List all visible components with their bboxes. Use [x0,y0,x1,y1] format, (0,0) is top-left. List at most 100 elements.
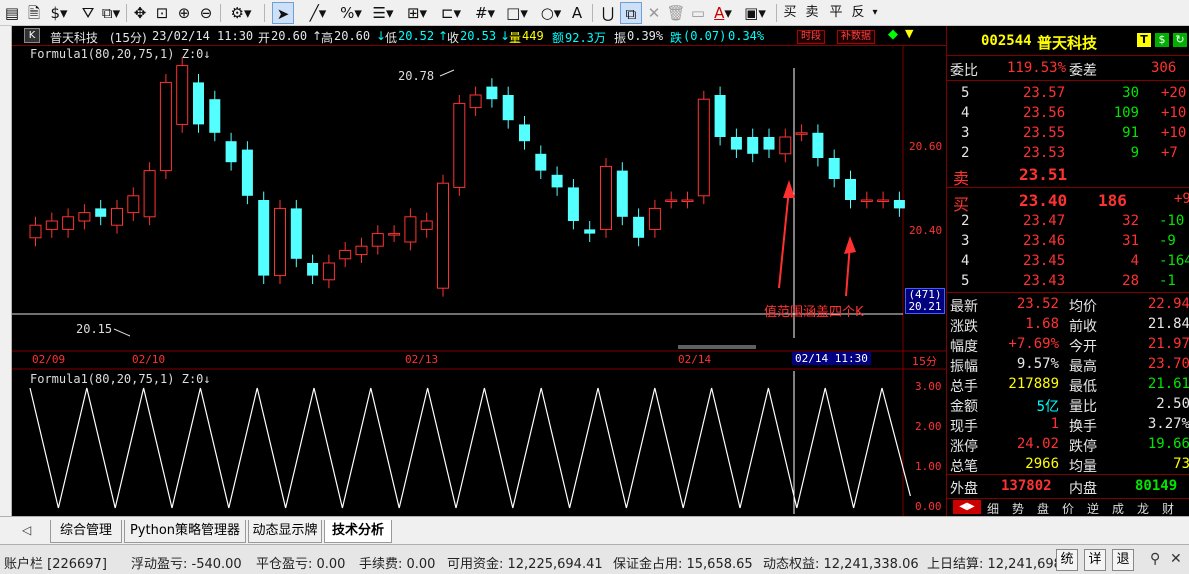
date-cursor: 02/14 11:30 [792,352,871,365]
close-icon[interactable]: ✕ [1170,551,1182,567]
refresh-icon[interactable]: ↻ [1173,33,1187,47]
quote-tab[interactable]: 细 [987,500,999,517]
reverse-button[interactable]: 反 [850,2,866,24]
tab-python-strategy[interactable]: Python策略管理器 [124,520,246,543]
zoom-in-icon[interactable]: ⊕ [174,2,194,24]
rect-tool-icon[interactable]: □▾ [504,2,530,24]
copy-icon[interactable]: ⧉▾ [100,2,122,24]
clipboard-icon[interactable]: ▭ [688,2,708,24]
stat-label: 现手 [950,419,978,435]
bid-row[interactable]: 3 23.46 31 -9 [947,231,1189,251]
price-tick: 20.40 [909,224,943,237]
left-scroll-strip[interactable] [0,26,12,516]
stat-value: 21.61 [1147,376,1189,392]
stat-row: 幅度 +7.69% 今开 21.97 [947,334,1189,355]
bracket-tool-icon[interactable]: ⊏▾ [438,2,464,24]
stat-value: 1 [1050,416,1059,432]
more-chevron-icon[interactable]: ▾ [870,2,880,24]
bottom-tabs: ◁ 综合管理 Python策略管理器 动态显示牌 技术分析 [0,516,1189,544]
detail-button[interactable]: 详 [1084,549,1106,571]
sell-button[interactable]: 卖 [804,2,820,24]
candle [469,94,482,109]
wc-label: 委差 [1069,63,1097,79]
s-badge-icon[interactable]: $ [1155,33,1169,47]
grid-tool-icon[interactable]: ☰▾ [370,2,396,24]
t-badge-icon[interactable]: T [1137,33,1151,47]
close-pl: 平仓盈亏: 0.00 [256,557,346,572]
quote-tab[interactable]: 势 [1012,500,1024,517]
document-icon[interactable]: 🗎 [24,2,44,24]
stat-value: 1.68 [1025,316,1059,332]
text-tool-icon[interactable]: A [568,2,586,24]
bid-vol: 32 [1122,213,1139,229]
candle [535,153,547,171]
quote-tab[interactable]: 盘 [1037,500,1049,517]
candle [339,249,352,260]
stat-label: 换手 [1069,419,1097,435]
font-color-icon[interactable]: A▾ [710,2,736,24]
candle [176,65,189,125]
date-tick: 02/09 [32,353,66,366]
quote-tab[interactable]: 成 [1112,500,1124,517]
percent-tool-icon[interactable]: %▾ [338,2,364,24]
ask-row[interactable]: 3 23.55 91 +10 [947,123,1189,143]
candle [225,141,237,163]
circle-tool-icon[interactable]: ○▾ [538,2,564,24]
chart-canvas [12,46,946,516]
quote-tab[interactable]: 龙 [1137,500,1149,517]
tab-general-management[interactable]: 综合管理 [50,520,122,543]
prev-settlement: 上日结算: 12,241,698 [927,557,1062,572]
save-icon[interactable]: ▣▾ [742,2,768,24]
zoom-fit-icon[interactable]: ⊡ [152,2,172,24]
ruler-tool-icon[interactable]: ⊞▾ [404,2,430,24]
candle [828,158,840,179]
magnet-icon[interactable]: ⋃ [598,2,618,24]
trash-icon[interactable]: 🗑 [666,2,686,24]
quote-tab[interactable]: 逆 [1087,500,1099,517]
prev-next-icon[interactable]: ◀▶ [953,500,981,514]
arrow-icon [783,180,795,198]
candle [404,216,417,243]
margin-used: 保证金占用: 15,658.65 [613,557,753,572]
hash-tool-icon[interactable]: #▾ [472,2,498,24]
date-tick: 02/10 [132,353,166,366]
stat-label: 总笔 [950,459,978,475]
candle [697,98,710,197]
lock-draw-icon[interactable]: ⧉ [620,2,642,24]
line-tool-icon[interactable]: ╱▾ [304,2,332,24]
dollar-icon[interactable]: $▾ [48,2,70,24]
ask-row[interactable]: 2 23.53 9 +7 [947,143,1189,163]
stat-label: 量比 [1069,399,1097,415]
stat-label: 最新 [950,299,978,315]
bid-level: 2 [961,213,970,229]
stats-button[interactable]: 统 [1056,549,1078,571]
zoom-out-icon[interactable]: ⊖ [196,2,216,24]
ask-row[interactable]: 4 23.56 109 +10 [947,103,1189,123]
sell1-row: 卖 23.51 [947,163,1189,188]
close-position-button[interactable]: 平 [828,2,844,24]
quote-title: 002544 普天科技 T $ ↻ [947,26,1189,56]
buy-button[interactable]: 买 [782,2,798,24]
sell1-price: 23.51 [1019,165,1068,184]
tab-technical-analysis[interactable]: 技术分析 [324,520,392,543]
quote-tab[interactable]: 财 [1162,500,1174,517]
pin-icon[interactable]: ⚲ [1150,551,1160,567]
delete-icon[interactable]: ✕ [644,2,664,24]
move-icon[interactable]: ✥ [130,2,150,24]
bid-row[interactable]: 2 23.47 32 -10 [947,211,1189,231]
candle [763,137,775,150]
toolbar: ▤ 🗎 $▾ ⛛ ⧉▾ ✥ ⊡ ⊕ ⊖ ⚙▾ ➤ ╱▾ %▾ ☰▾ ⊞▾ ⊏▾ … [0,0,1189,26]
bid-row[interactable]: 5 23.43 28 -1 [947,271,1189,291]
filter-icon[interactable]: ⛛ [78,2,98,24]
tab-dynamic-board[interactable]: 动态显示牌 [248,520,322,543]
gear-icon[interactable]: ⚙▾ [226,2,256,24]
kline-chart[interactable]: K 普天科技 (15分) 23/02/14 11:30 开 20.60 ↑ 高 … [12,26,946,516]
account-id: 账户栏 [226697] [4,557,107,572]
ask-row[interactable]: 5 23.57 30 +20 [947,83,1189,103]
pointer-icon[interactable]: ➤ [272,2,294,24]
tab-scroll-left-icon[interactable]: ◁ [22,523,31,537]
quote-tab[interactable]: 价 [1062,500,1074,517]
bid-row[interactable]: 4 23.45 4 -164 [947,251,1189,271]
stock-list-icon[interactable]: ▤ [2,2,22,24]
exit-button[interactable]: 退 [1112,549,1134,571]
